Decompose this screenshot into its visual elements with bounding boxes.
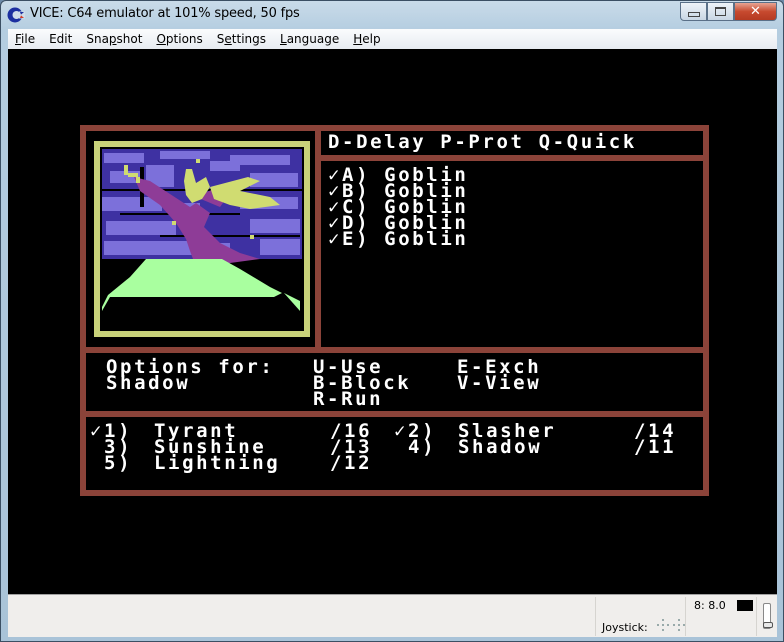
menu-help[interactable]: Help xyxy=(346,32,387,46)
option-run[interactable]: R-Run xyxy=(313,390,383,409)
slider-thumb[interactable] xyxy=(763,622,773,628)
window-title: VICE: C64 emulator at 101% speed, 50 fps xyxy=(30,6,300,21)
maximize-button[interactable] xyxy=(707,2,734,21)
option-view[interactable]: V-View xyxy=(457,374,541,393)
minimize-icon xyxy=(687,11,700,17)
joystick-port1-icon[interactable] xyxy=(656,618,670,632)
status-separator xyxy=(595,597,596,636)
party-member-hp: /11 xyxy=(634,436,677,458)
menu-language[interactable]: Language xyxy=(273,32,346,46)
menu-edit[interactable]: Edit xyxy=(42,32,79,46)
status-bar: 8: 8.0 Joystick: xyxy=(8,594,777,637)
menu-snapshot[interactable]: Snapshot xyxy=(79,32,149,46)
monster-portrait xyxy=(94,141,310,337)
menu-options[interactable]: Options xyxy=(149,32,209,46)
commodore-logo-icon xyxy=(7,7,25,23)
drive-led-icon xyxy=(737,600,753,611)
party-member-name[interactable]: Lightning xyxy=(154,454,280,473)
c64-display: D-Delay P-Prot Q-Quick ✓A) Goblin ✓B) Go… xyxy=(8,49,777,594)
party-slot: 4) xyxy=(394,436,437,458)
menu-settings[interactable]: Settings xyxy=(210,32,273,46)
menu-bar: File Edit Snapshot Options Settings Lang… xyxy=(8,29,777,49)
party-member-hp: /12 xyxy=(330,452,373,474)
joystick-port2-icon[interactable] xyxy=(672,618,686,632)
party-divider xyxy=(80,411,709,417)
close-button[interactable]: ✕ xyxy=(734,2,777,21)
enemy-row[interactable]: ✓E) Goblin xyxy=(328,230,468,249)
maximize-icon xyxy=(715,7,726,16)
options-character: Shadow xyxy=(106,372,191,394)
shadow-figure-image xyxy=(100,147,304,331)
drive-status: 8: 8.0 xyxy=(694,599,726,612)
party-member-name[interactable]: Shadow xyxy=(458,438,542,457)
commands-header: D-Delay P-Prot Q-Quick xyxy=(328,131,637,153)
joystick-label: Joystick: xyxy=(602,621,648,634)
volume-slider[interactable] xyxy=(763,603,773,629)
minimize-button[interactable] xyxy=(680,2,707,21)
emulator-screen[interactable]: D-Delay P-Prot Q-Quick ✓A) Goblin ✓B) Go… xyxy=(8,49,777,594)
status-separator xyxy=(756,597,757,636)
title-bar[interactable]: VICE: C64 emulator at 101% speed, 50 fps… xyxy=(1,1,783,29)
close-icon: ✕ xyxy=(750,4,761,19)
vice-window: VICE: C64 emulator at 101% speed, 50 fps… xyxy=(0,0,784,642)
options-divider xyxy=(80,347,709,353)
menu-file[interactable]: File xyxy=(8,32,42,46)
party-slot: 5) xyxy=(90,452,133,474)
header-divider xyxy=(321,155,709,161)
